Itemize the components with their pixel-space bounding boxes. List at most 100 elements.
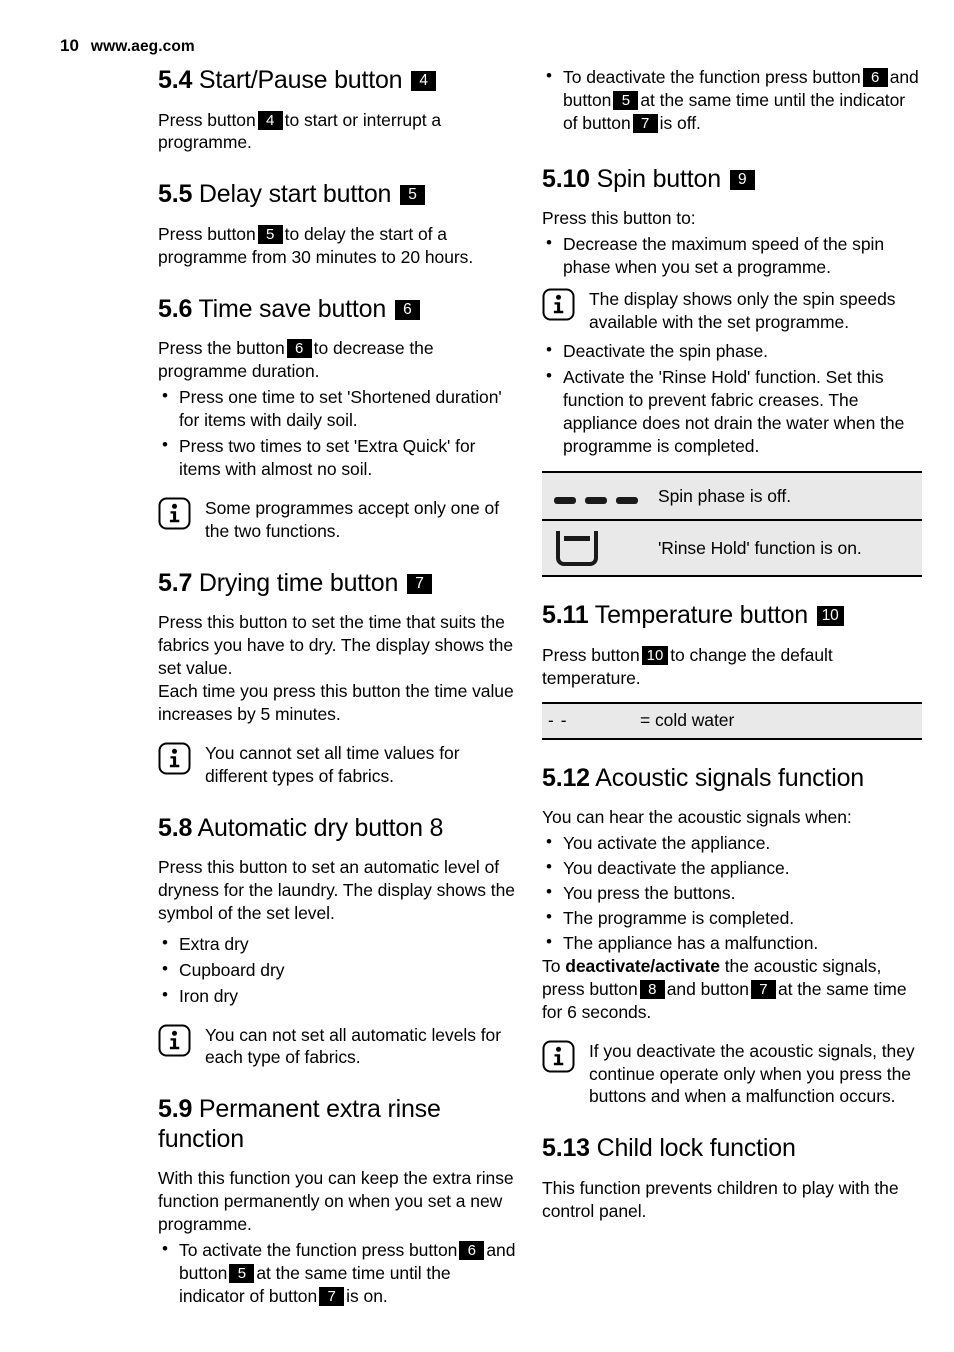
body-text: is off.	[659, 112, 701, 133]
section-number: 5.6	[158, 294, 193, 323]
section-5-12-heading: 5.12 Acoustic signals function	[542, 764, 922, 794]
button-badge-7: 7	[750, 979, 776, 999]
list-item: The appliance has a malfunction.	[542, 931, 922, 955]
section-5-9-continuation: To deactivate the function press button6…	[542, 65, 922, 135]
list-item: Press one time to set 'Shortened duratio…	[158, 385, 516, 432]
info-note: If you deactivate the acoustic signals, …	[542, 1039, 922, 1109]
button-badge-10: 10	[641, 645, 669, 665]
section-number: 5.4	[158, 66, 193, 94]
section-5-10-heading: 5.10 Spin button 9	[542, 165, 922, 195]
info-note-text: Some programmes accept only one of the t…	[205, 497, 500, 541]
body-text: Press button	[542, 644, 640, 665]
section-5-11-body: Press button 10 to change the default temp…	[542, 644, 922, 690]
section-number: 5.8	[158, 813, 193, 842]
body-text: and button	[666, 978, 749, 999]
section-5-12-closing: To deactivate/activate the acoustic sign…	[542, 955, 922, 1024]
page-number: 10	[60, 36, 79, 55]
section-5-4: 5.4 Start/Pause button 4 Press button 4 to…	[158, 66, 516, 154]
section-5-10-intro: Press this button to:	[542, 208, 696, 229]
section-5-4-body: Press button 4 to start or interrupt a pro…	[158, 109, 516, 155]
left-column: 5.4 Start/Pause button 4 Press button 4 to…	[158, 66, 516, 1308]
section-title: Child lock function	[596, 1134, 796, 1163]
info-icon	[158, 742, 191, 775]
body-text: Press the button	[158, 338, 285, 359]
list-item: You activate the appliance.	[542, 831, 922, 855]
section-5-8-bullets: Extra dry Cupboard dry Iron dry	[158, 932, 516, 1008]
symbol-cell	[542, 521, 658, 575]
button-badge-7: 7	[632, 113, 658, 133]
button-badge-5: 5	[257, 224, 283, 244]
section-5-9-body: With this function you can keep the extr…	[158, 1168, 514, 1235]
section-5-6-heading: 5.6 Time save button 6	[158, 295, 516, 325]
document-page: 10 www.aeg.com 5.4 Start/Pause button 4 …	[0, 0, 954, 1352]
list-item: Decrease the maximum speed of the spin p…	[542, 232, 922, 279]
section-5-9-heading: 5.9 Permanent extra rinse function	[158, 1095, 516, 1154]
button-badge-6: 6	[394, 299, 420, 320]
info-note: The display shows only the spin speeds a…	[542, 287, 922, 334]
section-5-9: 5.9 Permanent extra rinse function With …	[158, 1095, 516, 1308]
button-badge-7: 7	[406, 573, 432, 594]
section-number: 5.12	[542, 763, 590, 792]
section-5-6-body: Press the button 6 to decrease the program…	[158, 337, 516, 383]
button-badge-4: 4	[257, 110, 283, 130]
section-title: Delay start button	[198, 180, 392, 209]
section-5-8-heading: 5.8 Automatic dry button 8	[158, 814, 516, 844]
page-header: 10 www.aeg.com	[60, 36, 195, 56]
body-text: To	[542, 955, 561, 976]
emphasis-text: deactivate/activate	[565, 955, 720, 976]
section-number: 5.13	[542, 1134, 590, 1163]
section-5-8-body: Press this button to set an automatic le…	[158, 857, 515, 923]
button-badge-4: 4	[411, 71, 437, 91]
list-item: Activate the 'Rinse Hold' function. Set …	[542, 365, 922, 458]
table-row: Spin phase is off.	[542, 473, 922, 519]
section-5-12: 5.12 Acoustic signals function You can h…	[542, 764, 922, 1109]
button-badge-9: 9	[729, 169, 755, 190]
info-icon	[158, 1024, 191, 1057]
info-note: You can not set all automatic levels for…	[158, 1023, 516, 1070]
section-5-5-body: Press button 5 to delay the start of a pro…	[158, 223, 516, 269]
section-number: 5.11	[542, 601, 589, 630]
list-item: You press the buttons.	[542, 881, 922, 905]
list-item: To deactivate the function press button6…	[542, 65, 922, 135]
section-5-13: 5.13 Child lock function This function p…	[542, 1134, 922, 1222]
section-number: 5.10	[542, 164, 590, 193]
section-title: Acoustic signals function	[595, 763, 864, 792]
info-note: You cannot set all time values for diffe…	[158, 741, 516, 788]
body-text: To activate the function press button	[179, 1240, 458, 1261]
section-title: Automatic dry button 8	[197, 813, 444, 842]
temperature-symbol-table: - - = cold water	[542, 701, 922, 740]
info-icon	[542, 288, 575, 321]
section-5-12-bullets: You activate the appliance. You deactiva…	[542, 831, 922, 955]
button-badge-6: 6	[286, 339, 312, 359]
temperature-description: = cold water	[640, 710, 735, 731]
body-text: Press button	[158, 223, 256, 244]
section-number: 5.5	[158, 180, 193, 209]
temperature-symbol: - -	[548, 710, 568, 731]
section-5-6: 5.6 Time save button 6 Press the button 6…	[158, 295, 516, 543]
list-item: Cupboard dry	[158, 958, 516, 982]
button-badge-5: 5	[613, 90, 639, 110]
section-5-7-body: Press this button to set the time that s…	[158, 612, 514, 724]
list-item: Iron dry	[158, 984, 516, 1008]
section-5-9-bullets: To activate the function press button6an…	[158, 1238, 516, 1308]
section-number: 5.9	[158, 1095, 193, 1124]
body-text: is on.	[346, 1286, 388, 1306]
list-item: Deactivate the spin phase.	[542, 339, 922, 363]
button-badge-6: 6	[459, 1241, 485, 1261]
section-5-7-heading: 5.7 Drying time button 7	[158, 569, 516, 599]
button-badge-6: 6	[862, 68, 888, 87]
section-title: Start/Pause button	[198, 66, 403, 94]
section-5-10-bullets-first: Decrease the maximum speed of the spin p…	[542, 232, 922, 279]
info-note-text: You cannot set all time values for diffe…	[205, 742, 460, 786]
info-icon	[158, 497, 191, 530]
button-badge-8: 8	[639, 979, 665, 999]
section-5-11: 5.11 Temperature button 10 Press button 1…	[542, 601, 922, 740]
section-number: 5.7	[158, 568, 193, 597]
list-item: The programme is completed.	[542, 906, 922, 930]
button-badge-5: 5	[229, 1264, 255, 1284]
section-5-13-heading: 5.13 Child lock function	[542, 1134, 922, 1164]
section-title: Spin button	[596, 164, 721, 193]
right-column: To deactivate the function press button6…	[542, 65, 922, 1223]
rinse-hold-tub-icon	[554, 529, 600, 567]
info-icon	[542, 1040, 575, 1073]
